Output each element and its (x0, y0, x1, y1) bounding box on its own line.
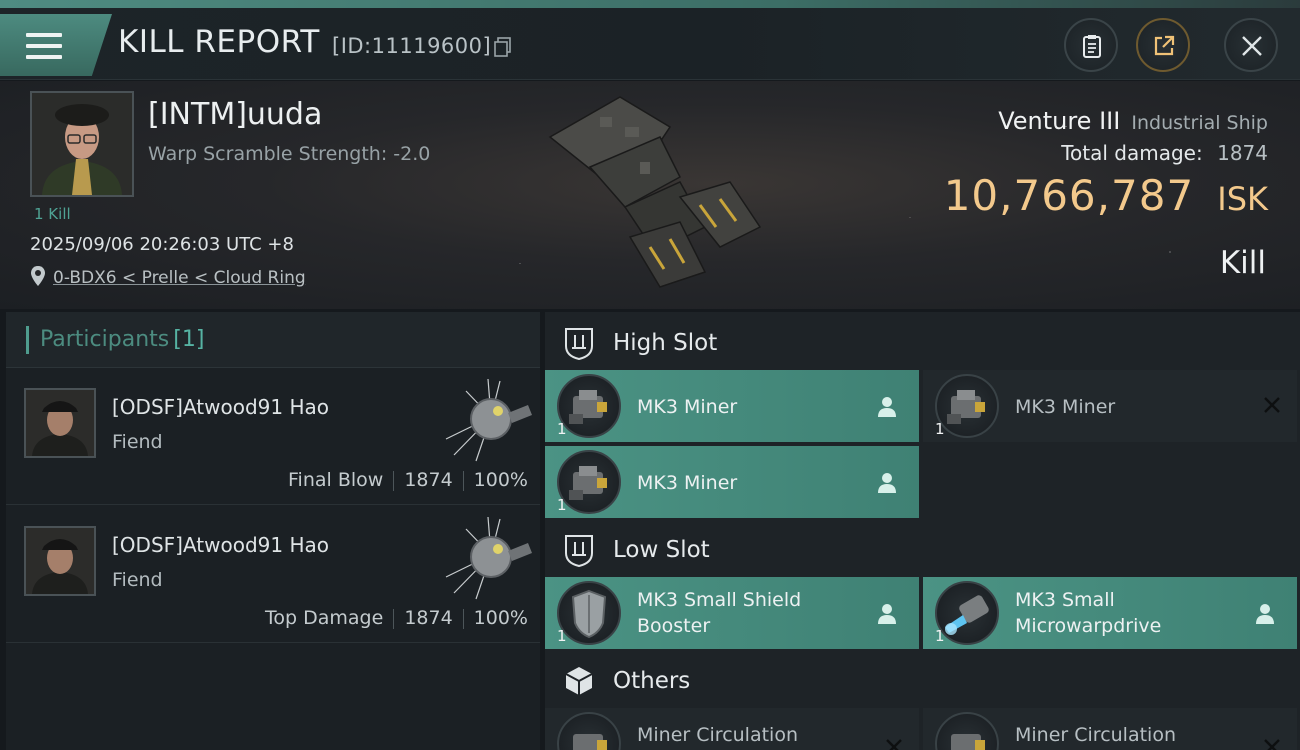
low-slot-title: Low Slot (613, 537, 710, 563)
x-icon (886, 739, 902, 750)
module-quantity: 1 (557, 627, 567, 645)
victim-banner: [INTM]uuda Warp Scramble Strength: -2.0 … (0, 81, 1300, 309)
high-slot-icon (565, 328, 593, 360)
participant-row[interactable]: [ODSF]Atwood91 Hao Fiend Top Damage 1874 1… (6, 507, 540, 643)
fittings-panel: High Slot 1 MK3 Miner 1 MK3 Miner 1 MK3 … (545, 312, 1300, 750)
victim-ship-class: Industrial Ship (1131, 112, 1268, 134)
module-name: MK3 Miner (1015, 396, 1116, 418)
others-header: Others (545, 652, 1300, 710)
module-quantity: 1 (557, 420, 567, 438)
module-name: MK3 Miner (637, 396, 738, 418)
low-slot-icon (565, 535, 593, 567)
share-button[interactable] (1136, 18, 1190, 72)
module-name: Miner Circulation (637, 724, 798, 746)
kill-result-label: Kill (1219, 245, 1266, 281)
menu-icon (26, 33, 62, 59)
header-top-line (0, 0, 1300, 8)
module-quantity: 1 (935, 627, 945, 645)
module-quantity: 1 (935, 420, 945, 438)
x-icon (1264, 397, 1280, 413)
module-name: Miner Circulation (1015, 724, 1176, 746)
others-title: Others (613, 668, 691, 694)
close-icon (1242, 36, 1262, 56)
participant-stats: Final Blow 1874 100% (288, 469, 528, 491)
miner-circulation-icon (935, 712, 999, 750)
microwarpdrive-icon (935, 581, 999, 645)
close-button[interactable] (1224, 18, 1278, 72)
victim-avatar[interactable] (30, 91, 134, 197)
isk-unit: ISK (1217, 180, 1268, 218)
clipboard-icon (1083, 35, 1101, 58)
module-quantity: 1 (557, 496, 567, 514)
participant-ship: Fiend (112, 569, 163, 591)
participant-role-label: Top Damage (265, 607, 384, 629)
module-name: MK3 Small Microwarpdrive (1015, 589, 1162, 637)
participant-percent: 100% (473, 469, 528, 491)
participant-avatar[interactable] (24, 526, 96, 596)
cube-icon (565, 667, 593, 695)
total-damage-label: Total damage: (1061, 141, 1203, 165)
module-slot[interactable]: Miner Circulation (923, 708, 1297, 750)
kill-report-header: KILL REPORT [ID:11119600] (0, 8, 1300, 80)
miner-module-icon (557, 450, 621, 514)
module-slot[interactable]: 1 MK3 Small Shield Booster (545, 577, 919, 649)
victim-kill-count: 1 Kill (34, 205, 71, 223)
shield-booster-icon (557, 581, 621, 645)
crew-icon (878, 604, 896, 624)
menu-button[interactable] (0, 14, 112, 76)
module-slot[interactable]: 1 MK3 Small Microwarpdrive (923, 577, 1297, 649)
participant-row[interactable]: [ODSF]Atwood91 Hao Fiend Final Blow 1874 1… (6, 369, 540, 505)
module-slot[interactable]: 1 MK3 Miner (545, 446, 919, 518)
low-slot-header: Low Slot (545, 521, 1300, 579)
total-damage-value: 1874 (1217, 141, 1268, 165)
participants-panel: Participants [1] [ODSF]Atwood91 Hao Fiend (6, 312, 540, 750)
miner-module-icon (935, 374, 999, 438)
crew-icon (878, 397, 896, 417)
module-name: MK3 Small Shield Booster (637, 589, 802, 637)
high-slot-header: High Slot (545, 314, 1300, 372)
module-slot[interactable]: 1 MK3 Miner (923, 370, 1297, 442)
participant-avatar[interactable] (24, 388, 96, 458)
crew-icon (878, 473, 896, 493)
participants-count: [1] (173, 327, 205, 352)
x-icon (1264, 739, 1280, 750)
share-icon (1154, 35, 1175, 56)
page-title: KILL REPORT (118, 24, 320, 60)
warp-scramble-strength: Warp Scramble Strength: -2.0 (148, 143, 431, 165)
victim-ship-name[interactable]: Venture III (998, 107, 1120, 135)
module-name: MK3 Miner (637, 472, 738, 494)
participants-title: Participants (40, 327, 170, 352)
location-pin-icon (31, 266, 45, 286)
report-id: [ID:11119600] (332, 34, 492, 58)
participant-ship-image (445, 516, 532, 600)
isk-value: 10,766,787 (943, 171, 1195, 220)
kill-timestamp: 2025/09/06 20:26:03 UTC +8 (30, 234, 294, 255)
participant-ship-image (445, 378, 532, 462)
module-slot[interactable]: 1 MK3 Miner (545, 370, 919, 442)
participant-name[interactable]: [ODSF]Atwood91 Hao (112, 395, 329, 419)
clipboard-button[interactable] (1064, 18, 1118, 72)
high-slot-title: High Slot (613, 330, 718, 356)
participant-name[interactable]: [ODSF]Atwood91 Hao (112, 533, 329, 557)
participants-header: Participants [1] (6, 312, 540, 368)
participant-stats: Top Damage 1874 100% (265, 607, 528, 629)
victim-ship-image (548, 96, 762, 288)
participant-role-label: Final Blow (288, 469, 384, 491)
participant-percent: 100% (473, 607, 528, 629)
module-slot[interactable]: Miner Circulation (545, 708, 919, 750)
miner-module-icon (557, 374, 621, 438)
crew-icon (1256, 604, 1274, 624)
copy-icon[interactable] (494, 37, 512, 57)
participant-damage: 1874 (404, 469, 453, 491)
kill-location-link[interactable]: 0-BDX6 < Prelle < Cloud Ring (53, 268, 306, 288)
participant-ship: Fiend (112, 431, 163, 453)
participant-damage: 1874 (404, 607, 453, 629)
victim-name[interactable]: [INTM]uuda (148, 97, 322, 132)
miner-circulation-icon (557, 712, 621, 750)
